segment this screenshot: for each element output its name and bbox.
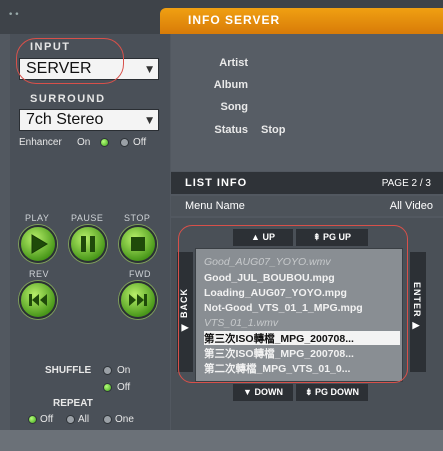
repeat-all-label: All bbox=[78, 414, 90, 425]
song-label: Song bbox=[220, 101, 249, 113]
rewind-button[interactable] bbox=[19, 281, 57, 319]
repeat-one-label: One bbox=[115, 414, 134, 425]
media-server-window: •• INFO SERVER INPUT SERVER ▼ SURROUND 7… bbox=[0, 0, 443, 451]
shuffle-on-label: On bbox=[117, 365, 131, 376]
down-button[interactable]: ▼ DOWN bbox=[233, 384, 293, 401]
play-label: PLAY bbox=[25, 213, 50, 223]
repeat-off-label: Off bbox=[40, 414, 54, 425]
shuffle-on-radio[interactable] bbox=[103, 366, 112, 375]
repeat-one-radio[interactable] bbox=[103, 415, 112, 424]
stop-button[interactable] bbox=[119, 225, 157, 263]
page-indicator: PAGE 2 / 3 bbox=[381, 178, 431, 189]
annotation-circle-list bbox=[178, 225, 408, 383]
pause-label: PAUSE bbox=[71, 213, 104, 223]
enter-label: ENTER ▶ bbox=[412, 282, 422, 333]
stop-label: STOP bbox=[124, 213, 151, 223]
play-icon bbox=[31, 234, 48, 254]
annotation-circle-input bbox=[16, 38, 124, 84]
surround-select[interactable]: 7ch Stereo ▼ bbox=[19, 109, 159, 131]
menu-name-label: Menu Name bbox=[185, 200, 245, 212]
list-info-title: LIST INFO bbox=[185, 177, 248, 189]
repeat-off-radio[interactable] bbox=[28, 415, 37, 424]
enhancer-off-radio[interactable] bbox=[120, 138, 129, 147]
fast-forward-icon bbox=[129, 294, 147, 306]
album-label: Album bbox=[213, 79, 248, 91]
rev-label: REV bbox=[29, 269, 50, 279]
enhancer-on-label: On bbox=[77, 137, 91, 148]
status-label: Status bbox=[214, 124, 248, 136]
fast-forward-button[interactable] bbox=[119, 281, 157, 319]
surround-select-value: 7ch Stereo bbox=[26, 111, 104, 128]
enhancer-on-radio[interactable] bbox=[100, 138, 109, 147]
shuffle-label: SHUFFLE bbox=[45, 365, 92, 376]
page-down-button[interactable]: ⇟ PG DOWN bbox=[296, 384, 368, 401]
menu-name-value: All Video bbox=[389, 200, 433, 212]
enter-button[interactable]: ENTER ▶ bbox=[410, 252, 426, 372]
title-bar: •• INFO SERVER bbox=[0, 0, 443, 34]
list-info-header: LIST INFO PAGE 2 / 3 bbox=[171, 172, 443, 194]
bottom-strip bbox=[0, 430, 443, 451]
shuffle-off-radio[interactable] bbox=[103, 383, 112, 392]
stop-icon bbox=[131, 237, 145, 251]
repeat-label: REPEAT bbox=[53, 398, 93, 409]
info-server-tab: INFO SERVER bbox=[160, 8, 443, 34]
pause-icon bbox=[81, 236, 95, 252]
repeat-all-radio[interactable] bbox=[66, 415, 75, 424]
fwd-label: FWD bbox=[129, 269, 151, 279]
info-server-panel: Artist Album Song Status Stop bbox=[171, 34, 443, 171]
menu-name-row: Menu Name All Video bbox=[171, 196, 443, 216]
status-value: Stop bbox=[261, 124, 286, 136]
enhancer-label: Enhancer bbox=[19, 137, 62, 148]
window-title: INFO SERVER bbox=[188, 13, 281, 27]
pause-button[interactable] bbox=[69, 225, 107, 263]
enhancer-off-label: Off bbox=[133, 137, 147, 148]
chevron-down-icon: ▼ bbox=[146, 65, 153, 75]
rewind-icon bbox=[29, 294, 47, 306]
shuffle-off-label: Off bbox=[117, 382, 131, 393]
play-button[interactable] bbox=[19, 225, 57, 263]
window-controls[interactable]: •• bbox=[8, 10, 21, 20]
artist-label: Artist bbox=[219, 57, 248, 69]
surround-label: SURROUND bbox=[30, 93, 106, 105]
chevron-down-icon: ▼ bbox=[146, 116, 153, 126]
